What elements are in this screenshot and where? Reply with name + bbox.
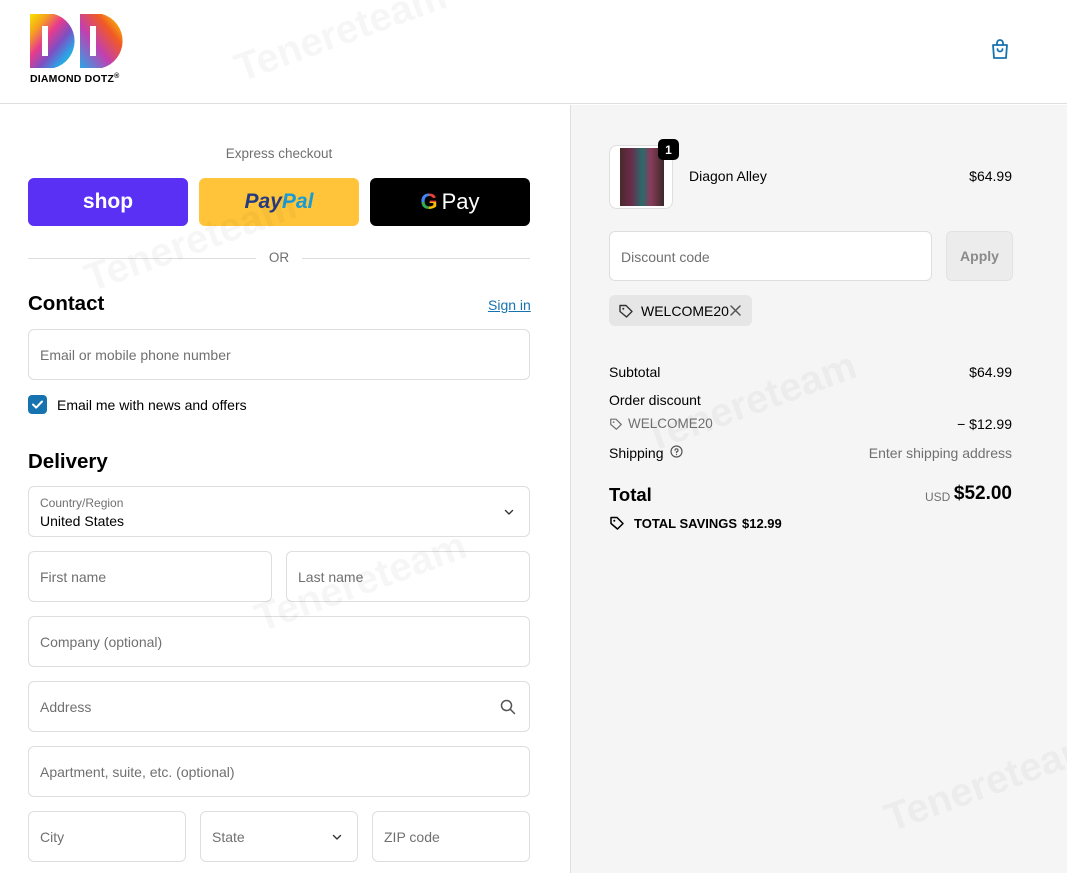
- country-value: United States: [40, 513, 125, 529]
- search-icon: [500, 699, 516, 715]
- subtotal-value: $64.99: [969, 364, 1012, 380]
- subtotal-label: Subtotal: [609, 364, 661, 380]
- newsletter-label: Email me with news and offers: [57, 397, 247, 413]
- shop-pay-label: shop: [82, 190, 134, 213]
- apply-discount-button[interactable]: Apply: [946, 231, 1013, 281]
- google-pay-label: Pay: [441, 189, 480, 214]
- tag-icon: [610, 418, 622, 430]
- shipping-value: Enter shipping address: [868, 445, 1012, 461]
- order-summary: 1 Diagon Alley $64.99 Discount code Appl…: [570, 105, 1067, 873]
- newsletter-checkbox[interactable]: [28, 395, 47, 414]
- country-label: Country/Region: [40, 496, 124, 510]
- help-circle-icon[interactable]: [670, 445, 683, 458]
- chevron-down-icon: [332, 834, 342, 840]
- google-pay-button[interactable]: G Pay: [370, 178, 530, 226]
- discount-code-input[interactable]: Discount code: [609, 231, 932, 281]
- paypal-label-part2: Pal: [281, 190, 314, 213]
- total-savings-label: TOTAL SAVINGS: [634, 516, 738, 531]
- brand-name: DIAMOND DOTZ®: [30, 73, 120, 85]
- last-name-field[interactable]: Last name: [286, 551, 530, 602]
- page-header: DIAMOND DOTZ®: [0, 0, 1067, 104]
- first-name-field[interactable]: First name: [28, 551, 272, 602]
- discount-code-text: WELCOME20: [628, 416, 713, 431]
- diamond-dotz-logo-icon: [30, 14, 123, 68]
- contact-title: Contact: [28, 292, 105, 315]
- product-price: $64.99: [969, 168, 1012, 184]
- sign-in-link[interactable]: Sign in: [488, 297, 531, 313]
- order-discount-label: Order discount: [609, 392, 701, 408]
- quantity-badge: 1: [658, 139, 679, 160]
- tag-icon: [610, 516, 624, 530]
- shipping-label: Shipping: [609, 445, 664, 461]
- city-placeholder: City: [40, 829, 65, 845]
- applied-discount-chip: WELCOME20: [609, 295, 752, 326]
- tag-icon: [619, 304, 633, 318]
- address-field[interactable]: Address: [28, 681, 530, 732]
- company-field[interactable]: Company (optional): [28, 616, 530, 667]
- delivery-title: Delivery: [28, 450, 108, 473]
- state-select[interactable]: State: [200, 811, 358, 862]
- product-name: Diagon Alley: [689, 168, 767, 184]
- email-field[interactable]: Email or mobile phone number: [28, 329, 530, 380]
- discount-placeholder: Discount code: [621, 249, 710, 265]
- currency-code: USD: [925, 490, 951, 504]
- total-value: $52.00: [953, 483, 1012, 504]
- total-savings-value: $12.99: [742, 516, 782, 531]
- or-divider: OR: [28, 250, 530, 266]
- last-name-placeholder: Last name: [298, 569, 364, 585]
- close-icon[interactable]: [729, 304, 742, 317]
- shopping-bag-icon[interactable]: [988, 37, 1012, 61]
- city-field[interactable]: City: [28, 811, 186, 862]
- address-placeholder: Address: [40, 699, 92, 715]
- brand-logo[interactable]: DIAMOND DOTZ®: [28, 12, 130, 86]
- google-g-icon: G: [420, 189, 438, 214]
- chevron-down-icon: [504, 509, 514, 515]
- total-label: Total: [609, 484, 652, 505]
- applied-code-label: WELCOME20: [641, 303, 729, 319]
- zip-placeholder: ZIP code: [384, 829, 440, 845]
- country-select[interactable]: Country/Region United States: [28, 486, 530, 537]
- discount-value: − $12.99: [957, 416, 1012, 432]
- zip-field[interactable]: ZIP code: [372, 811, 530, 862]
- checkmark-icon: [32, 400, 43, 409]
- state-placeholder: State: [212, 829, 245, 845]
- apartment-placeholder: Apartment, suite, etc. (optional): [40, 764, 235, 780]
- express-checkout-label: Express checkout: [225, 146, 333, 161]
- shop-pay-button[interactable]: shop: [28, 178, 188, 226]
- checkout-form: Express checkout shop Pay Pal G Pay OR Con…: [0, 105, 570, 873]
- first-name-placeholder: First name: [40, 569, 107, 585]
- paypal-button[interactable]: Pay Pal: [199, 178, 359, 226]
- paypal-label-part1: Pay: [244, 190, 282, 213]
- email-placeholder: Email or mobile phone number: [40, 347, 231, 363]
- apartment-field[interactable]: Apartment, suite, etc. (optional): [28, 746, 530, 797]
- company-placeholder: Company (optional): [40, 634, 163, 650]
